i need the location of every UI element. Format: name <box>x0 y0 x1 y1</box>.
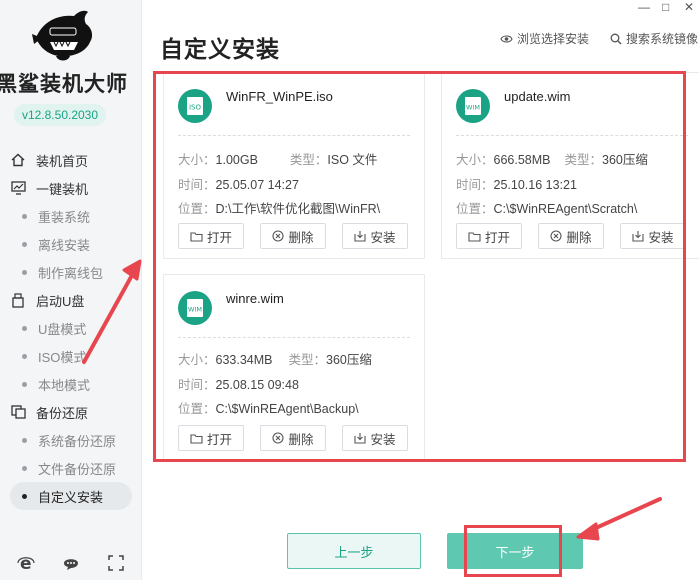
annotation-arrows <box>82 259 662 541</box>
arrow-annotation-icon <box>576 497 662 541</box>
arrow-annotation-icon <box>82 259 142 364</box>
